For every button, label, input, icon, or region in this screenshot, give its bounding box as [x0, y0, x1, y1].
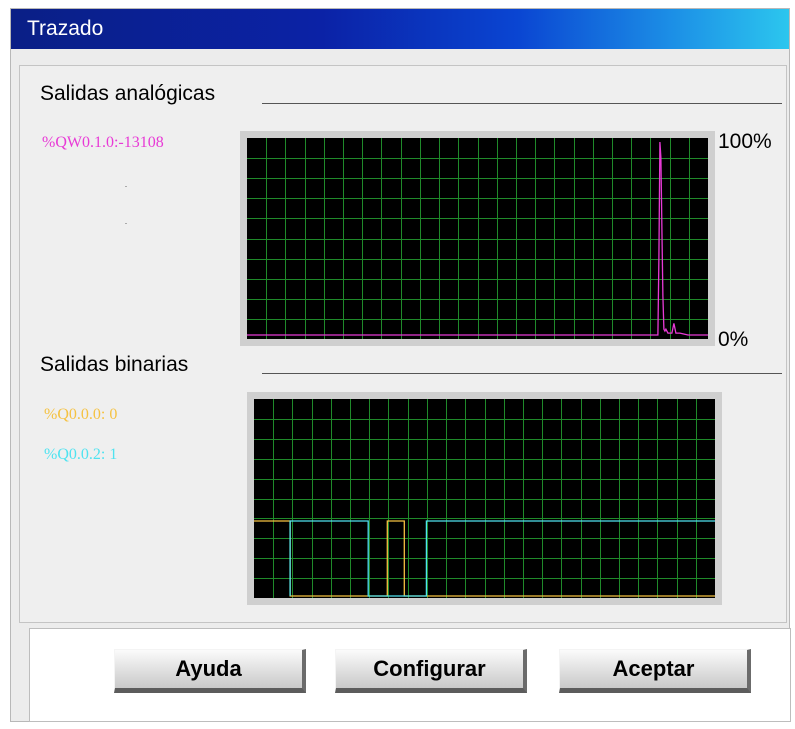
analog-scale-max: 100%: [718, 130, 772, 153]
trace-window: Trazado Salidas analógicas %QW0.1.0:-131…: [10, 8, 791, 722]
analog-legend-empty-slot-2: [125, 186, 127, 187]
plot-background-0: [247, 138, 708, 339]
binary-section-title: Salidas binarias: [40, 353, 189, 376]
configure-button[interactable]: Configurar: [335, 649, 527, 693]
analog-plot-canvas: [247, 138, 708, 339]
binary-plot: [247, 392, 722, 605]
analog-section-divider: [262, 103, 782, 104]
binary-plot-canvas: [254, 399, 715, 598]
analog-section-title: Salidas analógicas: [40, 82, 216, 105]
button-bar: Ayuda Configurar Aceptar: [29, 628, 791, 722]
analog-legend-qw010: %QW0.1.0:-13108: [42, 134, 164, 151]
binary-legend-q000: %Q0.0.0: 0: [44, 406, 118, 423]
analog-legend-empty-slot-3: [125, 223, 127, 224]
plot-background-1: [254, 399, 715, 598]
analog-scale-min: 0%: [718, 328, 749, 351]
title-bar[interactable]: Trazado: [11, 9, 789, 49]
trace-panel: Salidas analógicas %QW0.1.0:-13108 100% …: [19, 65, 787, 623]
help-button[interactable]: Ayuda: [114, 649, 306, 693]
window-title: Trazado: [27, 17, 104, 40]
binary-section-divider: [262, 373, 782, 374]
analog-plot: [240, 131, 715, 346]
binary-legend-q002: %Q0.0.2: 1: [44, 446, 118, 463]
accept-button[interactable]: Aceptar: [559, 649, 751, 693]
